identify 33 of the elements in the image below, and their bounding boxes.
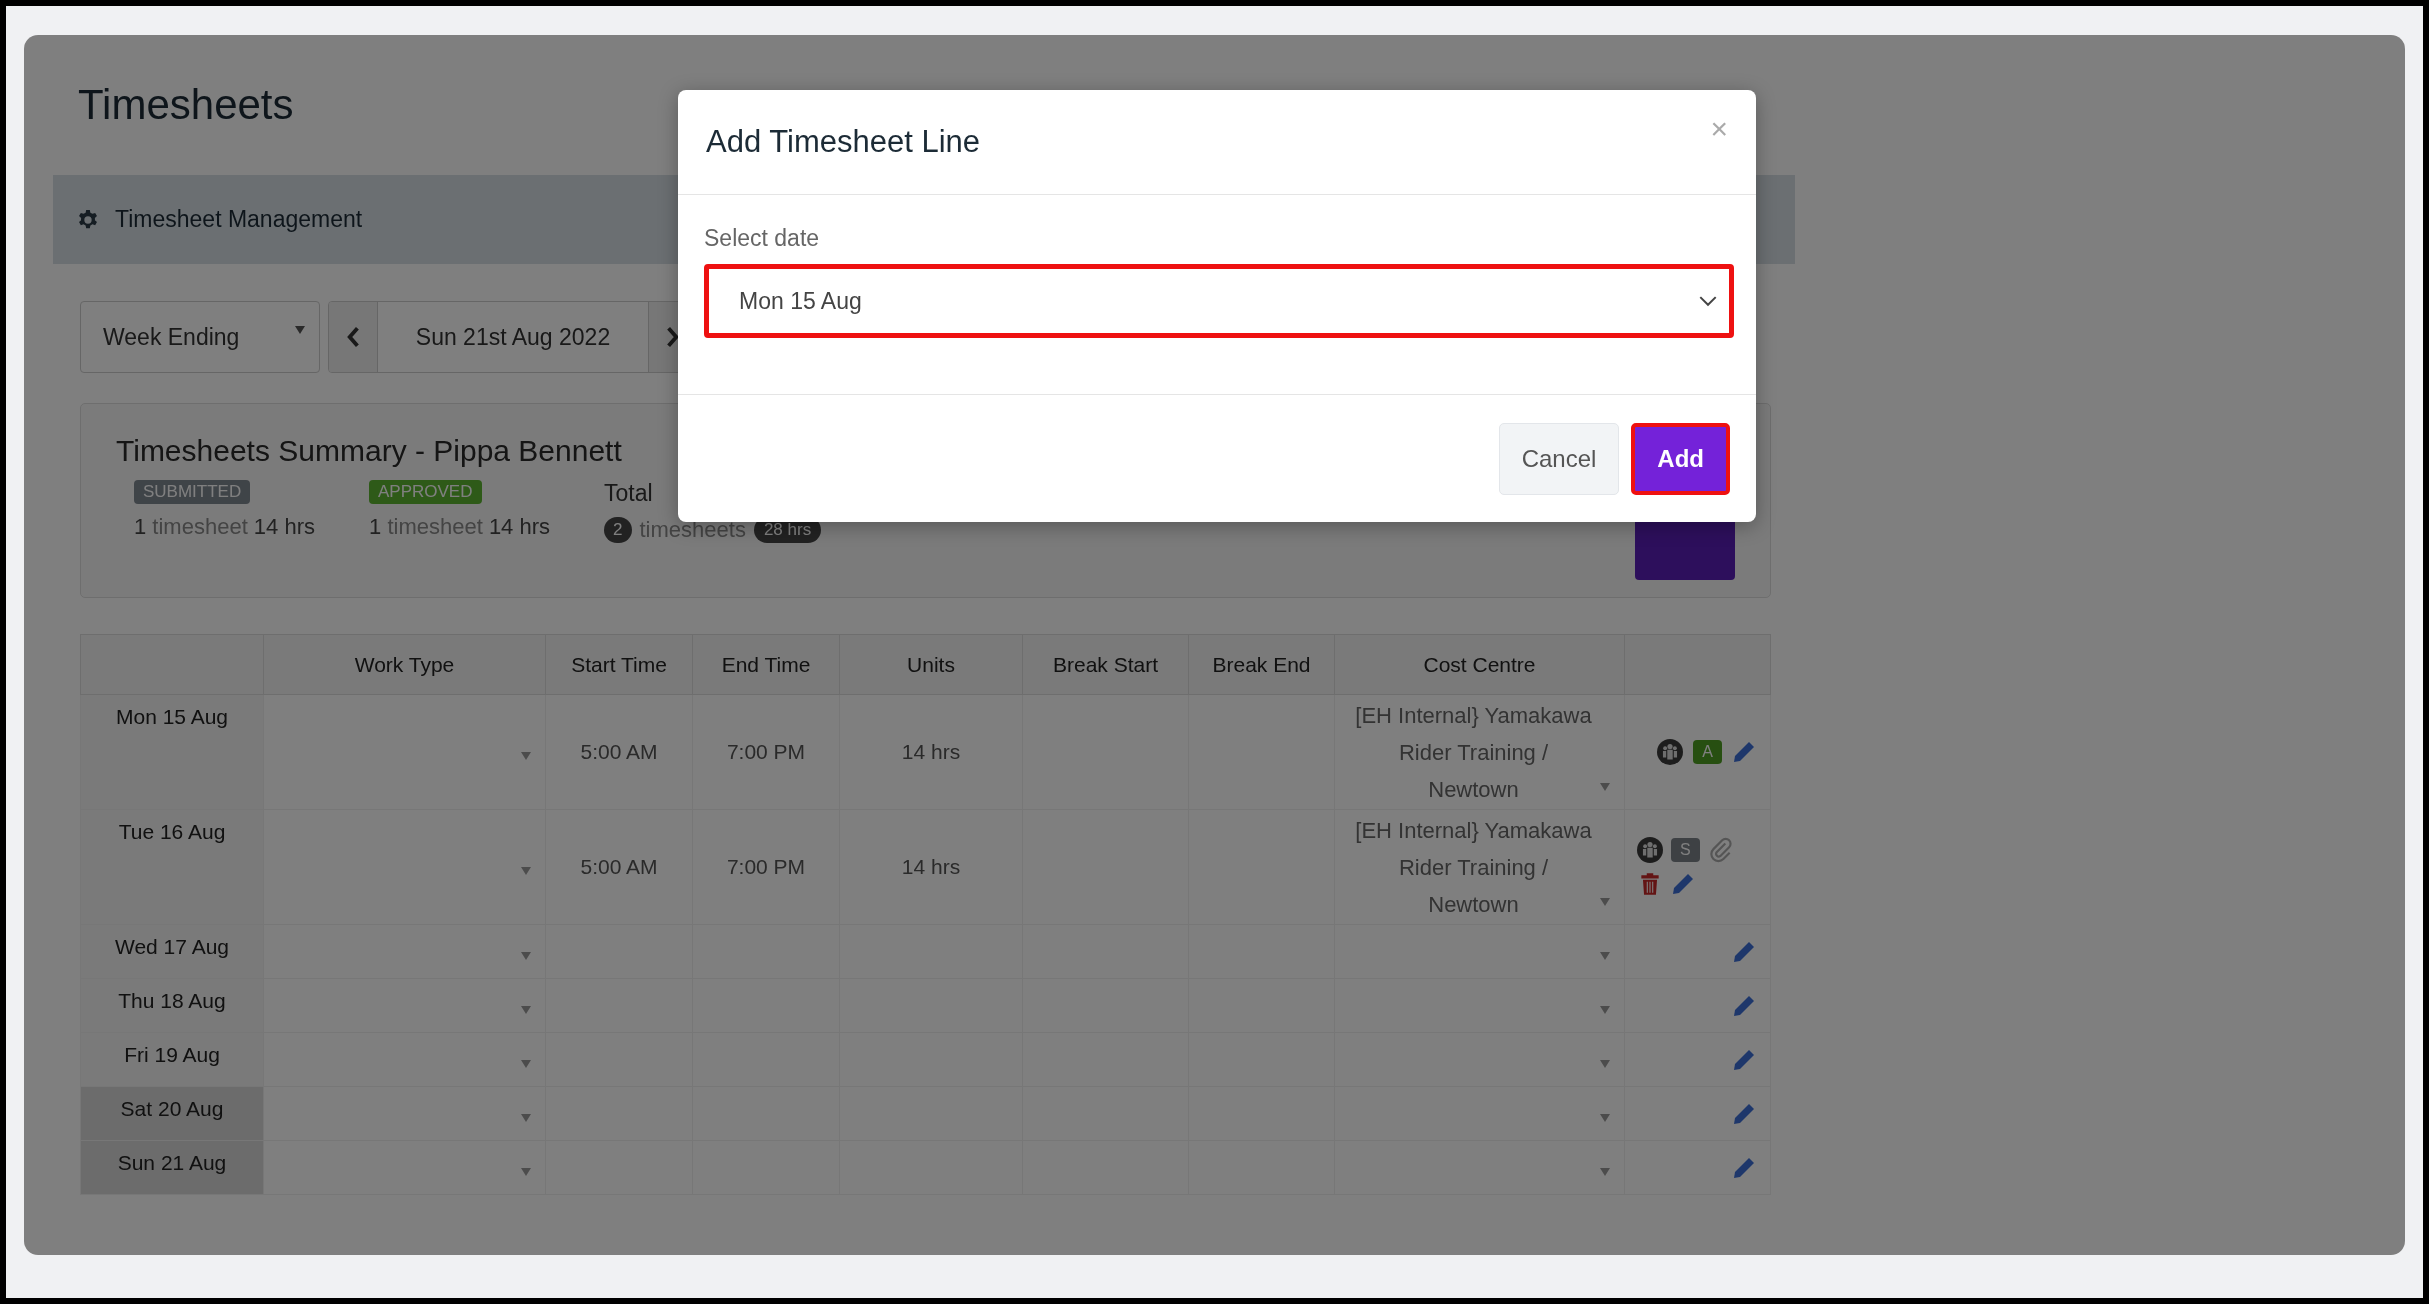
column-header: Break End: [1188, 634, 1335, 695]
start-time: 5:00 AM: [580, 855, 658, 878]
cost-centre-value: [EH Internal} Yamakawa Rider Training / Newtown: [1354, 816, 1593, 919]
units-value: 14 hrs: [901, 855, 961, 878]
column-header: Units: [839, 634, 1023, 695]
field-label: Select date: [704, 225, 821, 252]
column-header: Start Time: [545, 634, 693, 695]
section-title: Timesheet Management: [115, 206, 363, 233]
date-cell: Sat 20 Aug: [80, 1086, 264, 1141]
date-cell: Wed 17 Aug: [80, 924, 264, 979]
column-header: End Time: [692, 634, 840, 695]
total-label: Total: [604, 480, 653, 507]
date-cell: Thu 18 Aug: [80, 978, 264, 1033]
summary-title: Timesheets Summary - Pippa Bennett: [116, 434, 622, 468]
end-time: 7:00 PM: [726, 740, 806, 763]
page-title: Timesheets: [77, 80, 294, 130]
status-badge: A: [1693, 740, 1722, 764]
column-header: Break Start: [1022, 634, 1189, 695]
units-value: 14 hrs: [901, 740, 961, 763]
date-cell: Sun 21 Aug: [80, 1140, 264, 1195]
status-badge: SUBMITTED: [134, 480, 251, 504]
start-time: 5:00 AM: [580, 740, 658, 763]
date-cell: Mon 15 Aug: [80, 694, 264, 810]
status-badge: APPROVED: [369, 480, 482, 504]
date-cell: Fri 19 Aug: [80, 1032, 264, 1087]
cost-centre-value: [EH Internal} Yamakawa Rider Training / Newtown: [1354, 701, 1593, 804]
end-time: 7:00 PM: [726, 855, 806, 878]
dialog-title: Add Timesheet Line: [706, 124, 980, 160]
count-badge: 2: [604, 517, 632, 543]
date-cell: Tue 16 Aug: [80, 809, 264, 925]
column-header: Work Type: [263, 634, 546, 695]
column-header: Cost Centre: [1334, 634, 1625, 695]
status-badge: S: [1671, 838, 1700, 862]
